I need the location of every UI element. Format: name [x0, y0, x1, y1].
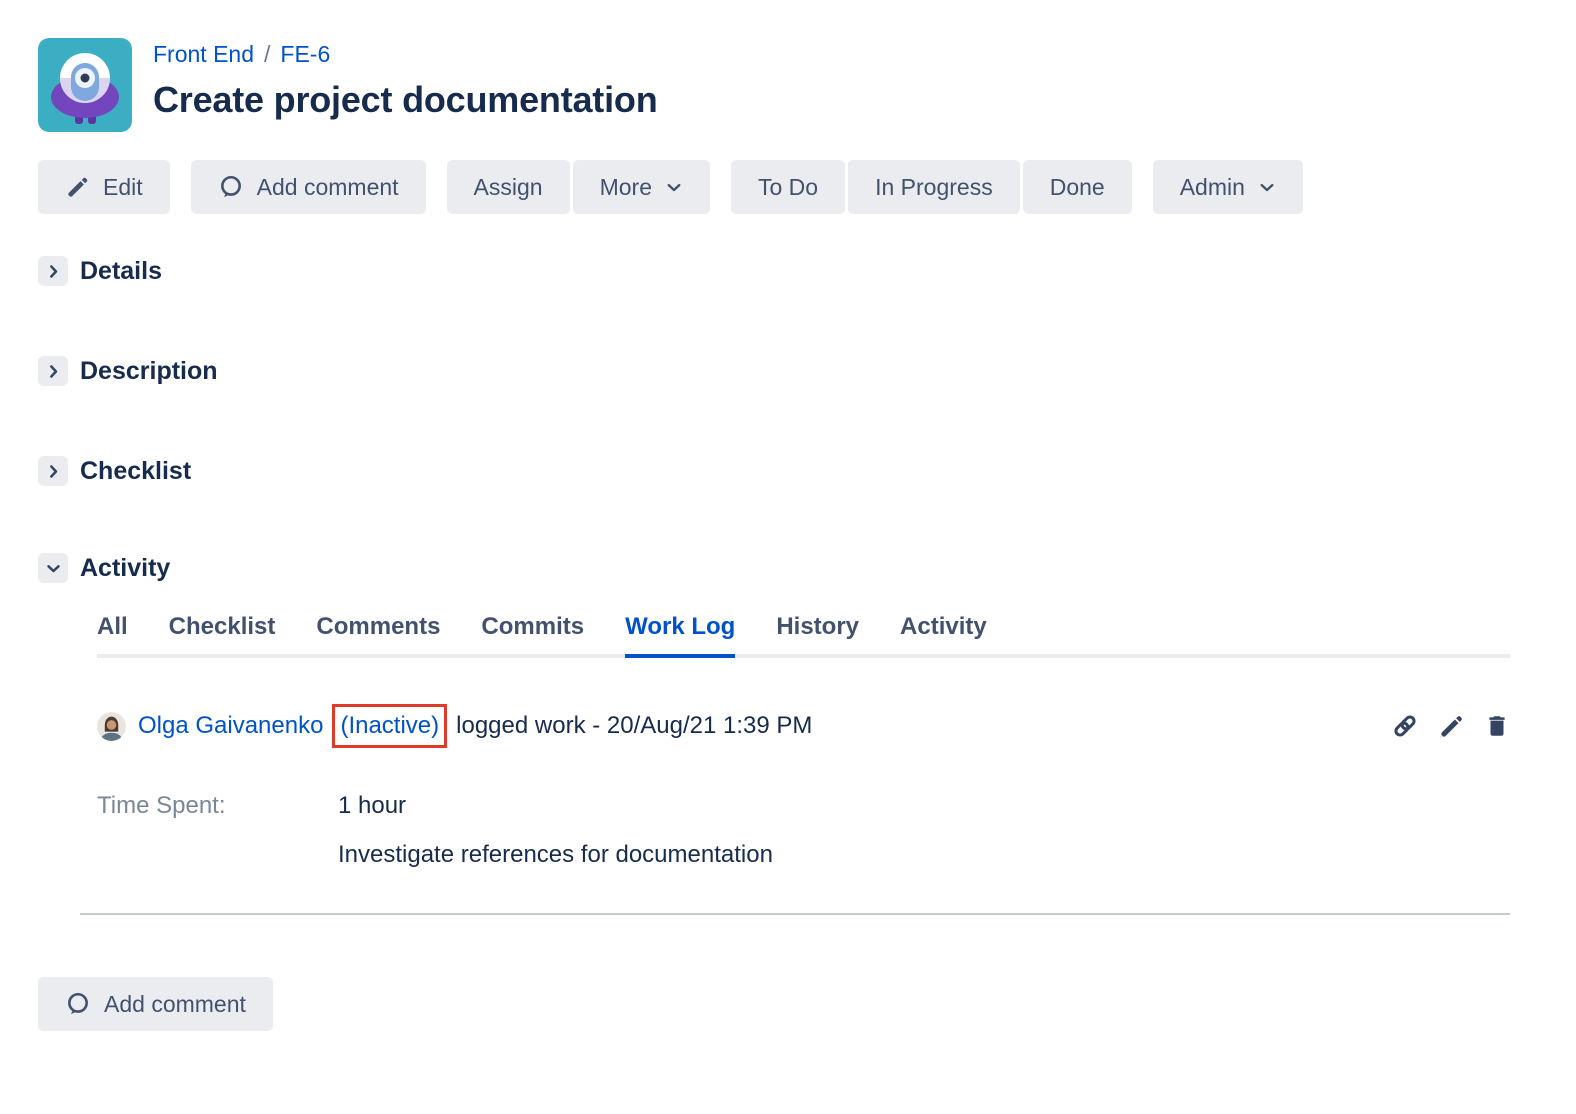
add-comment-footer-button[interactable]: Add comment: [38, 977, 273, 1031]
activity-collapse-button[interactable]: [38, 553, 68, 583]
comment-bubble-icon: [65, 991, 91, 1017]
add-comment-button-label: Add comment: [257, 174, 399, 201]
tab-work-log[interactable]: Work Log: [625, 613, 735, 658]
more-button-label: More: [600, 174, 652, 201]
add-comment-footer-label: Add comment: [104, 991, 246, 1018]
delete-trash-icon[interactable]: [1484, 713, 1510, 739]
workflow-button-group: To Do In Progress Done: [731, 160, 1132, 214]
chevron-right-icon: [46, 364, 61, 379]
activity-tab-bar: All Checklist Comments Commits Work Log …: [97, 613, 1510, 658]
worklog-actions: [1391, 712, 1510, 740]
chevron-right-icon: [46, 264, 61, 279]
tab-checklist[interactable]: Checklist: [169, 613, 276, 658]
chevron-down-icon: [1258, 178, 1276, 196]
worklog-divider: [80, 913, 1510, 915]
tab-activity[interactable]: Activity: [900, 613, 987, 658]
breadcrumb: Front End / FE-6: [153, 40, 657, 68]
edit-button[interactable]: Edit: [38, 160, 170, 214]
admin-dropdown-button[interactable]: Admin: [1153, 160, 1303, 214]
worklog-action-text: logged work - 20/Aug/21 1:39 PM: [456, 712, 812, 740]
chevron-down-icon: [46, 561, 61, 576]
details-expand-button[interactable]: [38, 256, 68, 286]
more-dropdown-button[interactable]: More: [573, 160, 710, 214]
activity-section-title: Activity: [80, 554, 170, 583]
tab-commits[interactable]: Commits: [481, 613, 584, 658]
chevron-right-icon: [46, 464, 61, 479]
time-spent-value: 1 hour: [338, 792, 1510, 820]
tab-all[interactable]: All: [97, 613, 128, 658]
admin-button-label: Admin: [1180, 174, 1245, 201]
in-progress-button-label: In Progress: [875, 174, 993, 201]
breadcrumb-project-link[interactable]: Front End: [153, 40, 254, 68]
add-comment-button[interactable]: Add comment: [191, 160, 426, 214]
worklog-detail: Time Spent: 1 hour Investigate reference…: [97, 792, 1510, 869]
worklog-summary-line: Olga Gaivanenko (Inactive) logged work -…: [138, 704, 812, 748]
header-text: Front End / FE-6 Create project document…: [153, 38, 657, 122]
issue-header: Front End / FE-6 Create project document…: [38, 38, 1510, 132]
worklog-header-row: Olga Gaivanenko (Inactive) logged work -…: [97, 704, 1510, 748]
checklist-section-header: Checklist: [38, 456, 1510, 486]
edit-pencil-icon[interactable]: [1438, 713, 1465, 740]
in-progress-button[interactable]: In Progress: [848, 160, 1020, 214]
toolbar: Edit Add comment Assign More To Do: [38, 160, 1510, 214]
time-spent-label: Time Spent:: [97, 792, 338, 820]
footer: Add comment: [38, 977, 1510, 1031]
done-button-label: Done: [1050, 174, 1105, 201]
assign-button-group: Assign More: [447, 160, 710, 214]
worklog-entry: Olga Gaivanenko (Inactive) logged work -…: [97, 704, 1510, 869]
checklist-expand-button[interactable]: [38, 456, 68, 486]
tab-history[interactable]: History: [776, 613, 859, 658]
inactive-status-annotation[interactable]: (Inactive): [332, 704, 447, 748]
done-button[interactable]: Done: [1023, 160, 1132, 214]
worklog-author-link[interactable]: Olga Gaivanenko: [138, 712, 323, 740]
worklog-description: Investigate references for documentation: [338, 841, 1510, 869]
page-title: Create project documentation: [153, 78, 657, 122]
breadcrumb-issue-key-link[interactable]: FE-6: [280, 40, 330, 68]
breadcrumb-separator: /: [264, 40, 270, 68]
permalink-icon[interactable]: [1391, 712, 1419, 740]
to-do-button[interactable]: To Do: [731, 160, 845, 214]
project-avatar-alien-icon: [38, 38, 132, 132]
user-avatar[interactable]: [97, 712, 126, 741]
tab-comments[interactable]: Comments: [316, 613, 440, 658]
pencil-icon: [65, 175, 90, 200]
to-do-button-label: To Do: [758, 174, 818, 201]
details-section-header: Details: [38, 256, 1510, 286]
description-expand-button[interactable]: [38, 356, 68, 386]
assign-button[interactable]: Assign: [447, 160, 570, 214]
description-section-header: Description: [38, 356, 1510, 386]
checklist-section-title: Checklist: [80, 457, 191, 486]
edit-button-label: Edit: [103, 174, 143, 201]
chevron-down-icon: [665, 178, 683, 196]
issue-page: Front End / FE-6 Create project document…: [0, 0, 1576, 1114]
comment-bubble-icon: [218, 174, 244, 200]
description-section-title: Description: [80, 357, 218, 386]
activity-section-header: Activity: [38, 553, 1510, 583]
details-section-title: Details: [80, 257, 162, 286]
assign-button-label: Assign: [474, 174, 543, 201]
